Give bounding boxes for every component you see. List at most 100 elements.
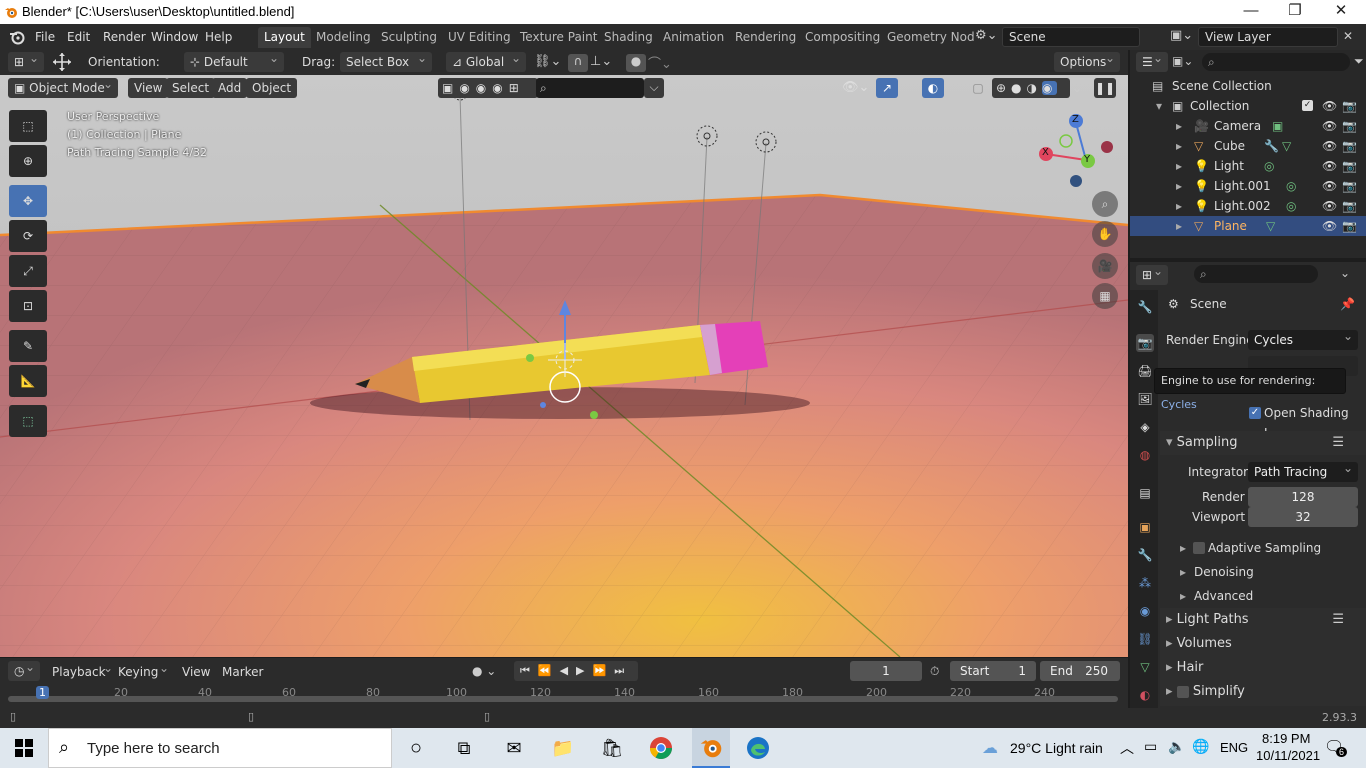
blender-menu-icon[interactable] (8, 28, 26, 46)
clock-date[interactable]: 10/11/2021 (1256, 748, 1320, 763)
camera-render-icon[interactable]: 📷 (1342, 176, 1357, 196)
network-icon[interactable]: 🌐 (1192, 738, 1209, 755)
camera-data-icon[interactable]: ▣ (1272, 116, 1283, 136)
outliner-search-field[interactable]: ⌕ (1202, 53, 1350, 71)
eye-icon[interactable]: 👁 (1322, 176, 1337, 196)
edge-icon[interactable] (742, 732, 774, 764)
outliner-collection[interactable]: ▾ ▣ Collection ✓ 👁 📷 (1130, 96, 1366, 116)
camera-render-icon[interactable]: 📷 (1342, 196, 1357, 216)
tab-animation[interactable]: Animation (657, 27, 730, 48)
select-mode-buttons[interactable]: ▣◉◉◉⊞ (438, 78, 538, 98)
properties-editor-type-button[interactable]: ⊞ (1136, 261, 1168, 285)
menu-marker[interactable]: Marker (222, 664, 263, 680)
object-tab-icon[interactable]: ▣ (1136, 518, 1154, 536)
physics-tab-icon[interactable]: ◉ (1136, 602, 1154, 620)
menu-keying[interactable]: Keying (118, 660, 174, 680)
menu-view[interactable]: View (128, 78, 169, 98)
weather-icon[interactable]: ☁ (982, 738, 998, 758)
menu-add[interactable]: Add (212, 78, 248, 98)
gizmo-toggle-icon[interactable]: ↗ (876, 78, 898, 98)
camera-view-button[interactable]: 🎥 (1092, 253, 1118, 279)
render-tab-icon[interactable]: 📷 (1136, 334, 1154, 352)
start-button[interactable] (8, 732, 40, 764)
output-tab-icon[interactable]: 🖨 (1136, 362, 1154, 380)
remove-view-layer-icon[interactable]: ✕ (1343, 29, 1353, 43)
minimize-button[interactable]: — (1228, 0, 1274, 24)
scale-tool[interactable]: ⤢ (9, 255, 47, 287)
mail-icon[interactable]: ✉ (498, 732, 530, 764)
overlay-toggle-icon[interactable]: ◐ (922, 78, 944, 98)
sampling-panel-header[interactable]: ▾ Sampling ☰ (1160, 431, 1366, 455)
render-samples-field[interactable]: 128 (1248, 487, 1358, 507)
expand-arrow-icon[interactable]: ▸ (1176, 136, 1182, 156)
menu-timeline-view[interactable]: View (182, 664, 210, 680)
menu-playback[interactable]: Playback (52, 660, 118, 680)
eye-icon[interactable]: 👁 (1322, 116, 1337, 136)
properties-options-icon[interactable]: ⌄ (1340, 266, 1350, 280)
menu-help[interactable]: Help (200, 28, 237, 46)
world-tab-icon[interactable]: ◍ (1136, 446, 1154, 464)
light-data-icon[interactable]: ◎ (1286, 196, 1296, 216)
clock-time[interactable]: 8:19 PM (1262, 731, 1310, 746)
pan-button[interactable]: ✋ (1092, 221, 1118, 247)
open-shading-checkbox[interactable]: ✓ (1249, 407, 1261, 419)
collection-tab-icon[interactable]: ▤ (1136, 484, 1154, 502)
cursor-tool[interactable]: ⊕ (9, 145, 47, 177)
tab-shading[interactable]: Shading (598, 27, 659, 48)
move-tool[interactable]: ✥ (9, 185, 47, 217)
select-box-tool[interactable]: ⬚ (9, 110, 47, 142)
tab-modeling[interactable]: Modeling (310, 27, 377, 48)
tool-tab-icon[interactable]: 🔧 (1136, 298, 1154, 316)
filter-icon[interactable]: ⏷ (1354, 54, 1364, 69)
camera-render-icon[interactable]: 📷 (1342, 136, 1357, 156)
modifier-icon[interactable]: 🔧 (1264, 136, 1279, 156)
scene-selector[interactable]: Scene (1002, 27, 1140, 47)
task-view-icon[interactable]: ⧉ (448, 732, 480, 764)
eye-icon[interactable]: 👁 (1322, 156, 1337, 176)
modifiers-tab-icon[interactable]: 🔧 (1136, 546, 1154, 564)
tab-sculpting[interactable]: Sculpting (375, 27, 443, 48)
presets-icon[interactable]: ☰ (1332, 431, 1344, 455)
maximize-button[interactable]: ❐ (1272, 0, 1318, 24)
start-frame-field[interactable]: Start 1 (950, 661, 1036, 681)
hair-panel-header[interactable]: ▸ Hair (1160, 656, 1366, 680)
outliner-item-light-001[interactable]: ▸ 💡 Light.001 ◎ 👁 📷 (1130, 176, 1366, 196)
snap-icon[interactable]: ∩ (568, 54, 588, 72)
advanced-subpanel[interactable]: Advanced (1194, 586, 1253, 606)
menu-object[interactable]: Object (246, 78, 298, 98)
menu-edit[interactable]: Edit (62, 28, 95, 46)
presets-icon[interactable]: ☰ (1332, 608, 1344, 632)
blender-taskbar-icon[interactable] (692, 728, 730, 768)
eye-icon[interactable]: 👁 (1322, 96, 1337, 116)
light-data-icon[interactable]: ◎ (1286, 176, 1296, 196)
language-indicator[interactable]: ENG (1220, 740, 1248, 755)
current-frame-field[interactable]: 1 (850, 661, 922, 681)
menu-select[interactable]: Select (166, 78, 216, 98)
visibility-icon[interactable]: 👁⌄ (842, 78, 869, 98)
tab-compositing[interactable]: Compositing (799, 27, 886, 48)
tab-uv-editing[interactable]: UV Editing (442, 27, 517, 48)
frame-ruler[interactable]: 1 20 40 60 80 100 120 140 160 180 200 22… (0, 686, 1128, 699)
options-dropdown[interactable]: Options (1054, 48, 1120, 72)
integrator-dropdown[interactable]: Path Tracing (1248, 458, 1358, 482)
drag-dropdown[interactable]: Select Box (340, 48, 432, 72)
chrome-icon[interactable] (645, 732, 677, 764)
simplify-panel-header[interactable]: ▸ Simplify (1160, 680, 1366, 706)
shading-modes[interactable]: ⊕●◑◉ (992, 78, 1070, 98)
add-cube-tool[interactable]: ⬚ (9, 405, 47, 437)
filter-dropdown-icon[interactable]: ⌵ (644, 78, 664, 98)
light-data-icon[interactable]: ◎ (1264, 156, 1274, 176)
camera-render-icon[interactable]: 📷 (1342, 216, 1357, 236)
timeline-editor-type-button[interactable]: ◷ (8, 657, 40, 681)
light-paths-panel-header[interactable]: ▸ Light Paths ☰ (1160, 608, 1366, 632)
expand-arrow-icon[interactable]: ▾ (1156, 96, 1162, 116)
scene-icon[interactable]: ⚙⌄ (975, 28, 999, 46)
view-layer-icon[interactable]: ▣⌄ (1170, 28, 1196, 46)
particles-tab-icon[interactable]: ⁂ (1136, 574, 1154, 592)
zoom-button[interactable]: ⌕ (1092, 191, 1118, 217)
data-tab-icon[interactable]: ▽ (1136, 658, 1154, 676)
viewport-samples-field[interactable]: 32 (1248, 507, 1358, 527)
outliner-item-light-002[interactable]: ▸ 💡 Light.002 ◎ 👁 📷 (1130, 196, 1366, 216)
viewport-search-field[interactable]: ⌕ (536, 78, 644, 98)
menu-window[interactable]: Window (146, 28, 203, 46)
